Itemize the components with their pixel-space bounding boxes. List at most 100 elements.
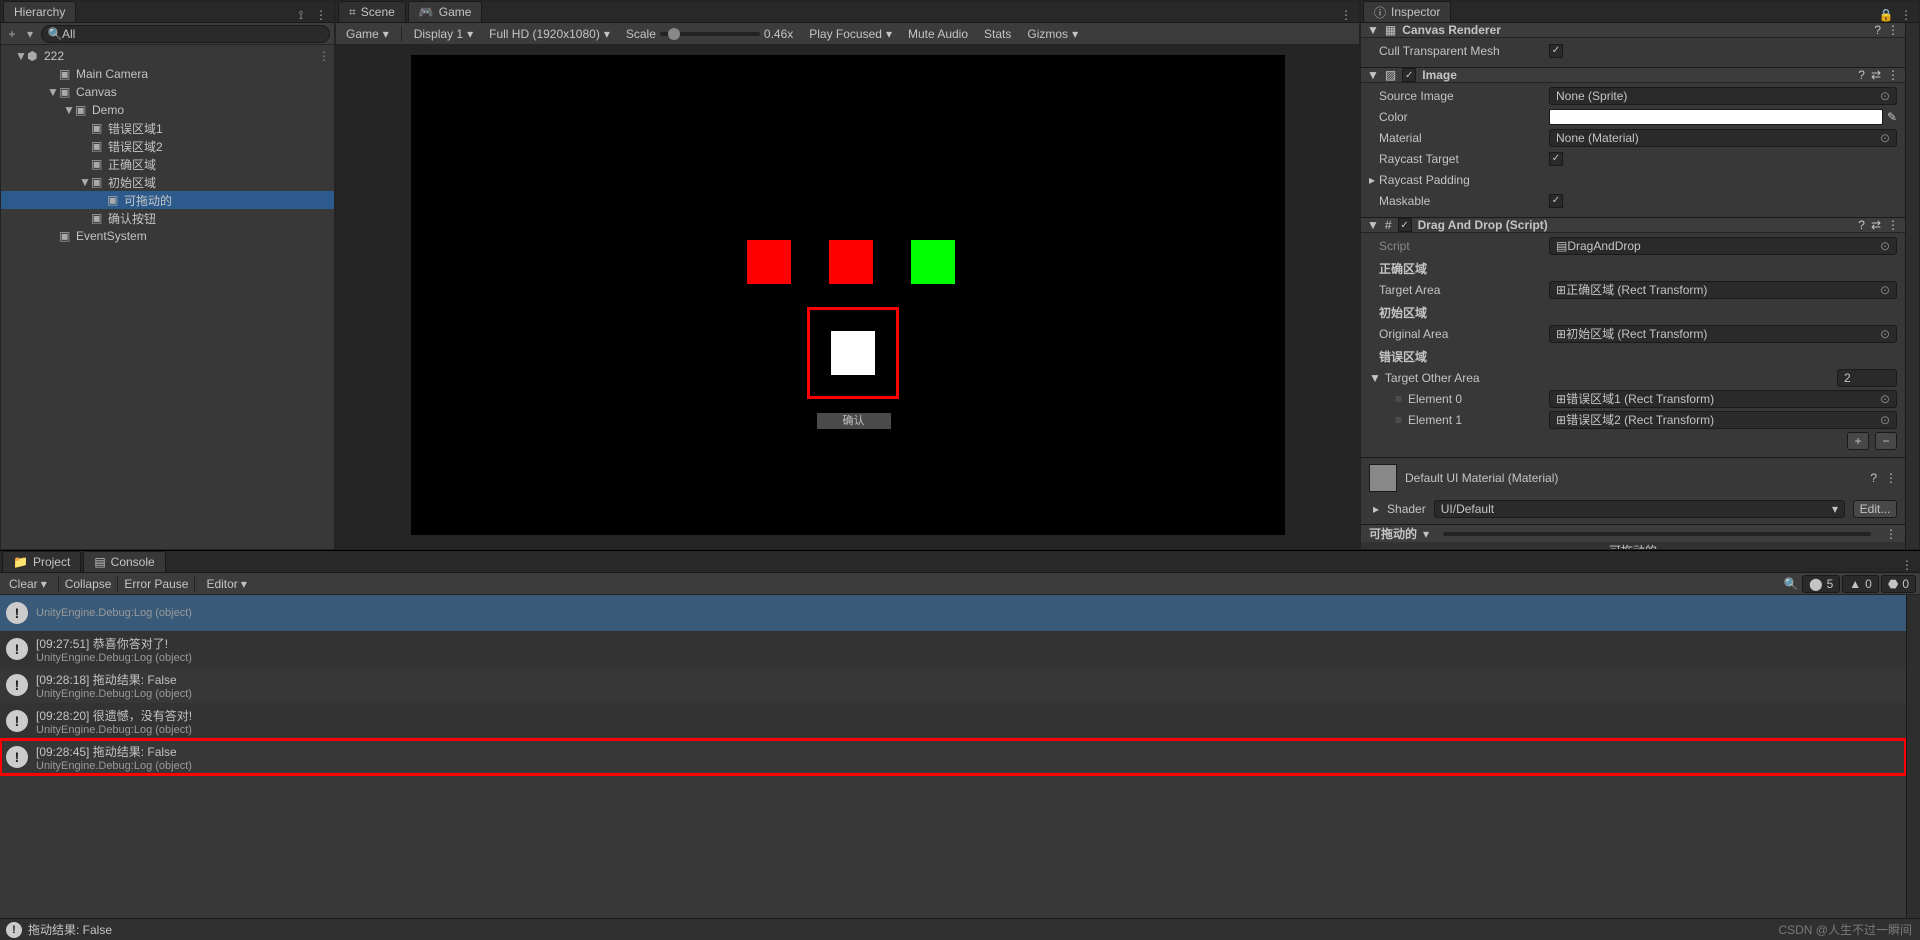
inspector-scrollbar[interactable] — [1905, 23, 1919, 549]
console-log-entry[interactable]: ![09:28:18] 拖动结果: FalseUnityEngine.Debug… — [0, 667, 1906, 703]
canvas-renderer-header[interactable]: ▼ ▦ Canvas Renderer ? ⋮ — [1361, 23, 1905, 38]
object-picker-icon[interactable]: ⊙ — [1880, 327, 1890, 341]
console-scrollbar[interactable] — [1906, 595, 1920, 940]
lock-icon[interactable]: 🔒 — [1879, 8, 1893, 22]
hierarchy-search-input[interactable]: 🔍 All — [41, 25, 330, 43]
panel-menu-icon[interactable]: ⋮ — [1885, 527, 1897, 541]
fold-icon[interactable]: ▼ — [1367, 218, 1379, 232]
element1-field[interactable]: ⊞错误区域2 (Rect Transform)⊙ — [1549, 411, 1897, 429]
play-dropdown[interactable]: Play Focused▾ — [803, 27, 898, 41]
plus-icon[interactable]: + — [5, 27, 19, 41]
node-main-camera[interactable]: ▣Main Camera — [1, 65, 334, 83]
editor-dropdown[interactable]: Editor▾ — [201, 577, 251, 591]
console-log-entry[interactable]: ![09:28:20] 很遗憾，没有答对!UnityEngine.Debug:L… — [0, 703, 1906, 739]
node-canvas[interactable]: ▼▣Canvas — [1, 83, 334, 101]
scene-row[interactable]: ▼ ⬢ 222 ⋮ — [1, 47, 334, 65]
confirm-button[interactable]: 确认 — [817, 413, 891, 429]
array-size-field[interactable]: 2 — [1837, 369, 1897, 387]
edit-shader-button[interactable]: Edit... — [1853, 500, 1897, 518]
lock-icon[interactable]: ⟟ — [294, 8, 308, 22]
game-mode-dropdown[interactable]: Game▾ — [340, 27, 395, 41]
collapse-toggle[interactable]: Collapse — [65, 577, 112, 591]
panel-menu-icon[interactable]: ⋮ — [1899, 8, 1913, 22]
object-picker-icon[interactable]: ⊙ — [1880, 413, 1890, 427]
resolution-dropdown[interactable]: Full HD (1920x1080)▾ — [483, 27, 616, 41]
node-initial[interactable]: ▼▣初始区域 — [1, 173, 334, 191]
node-demo[interactable]: ▼▣Demo — [1, 101, 334, 119]
object-picker-icon[interactable]: ⊙ — [1880, 392, 1890, 406]
panel-menu-icon[interactable]: ⋮ — [1900, 558, 1914, 572]
gizmos-dropdown[interactable]: Gizmos▾ — [1021, 27, 1084, 41]
preset-icon[interactable]: ⇄ — [1871, 68, 1881, 82]
menu-icon[interactable]: ⋮ — [1887, 23, 1899, 37]
preset-icon[interactable]: ⇄ — [1871, 218, 1881, 232]
hierarchy-tab[interactable]: Hierarchy — [3, 1, 76, 22]
fold-icon[interactable]: ▼ — [79, 175, 91, 189]
node-confirm[interactable]: ▣确认按钮 — [1, 209, 334, 227]
fold-icon[interactable]: ▼ — [1367, 23, 1379, 37]
panel-menu-icon[interactable]: ⋮ — [314, 8, 328, 22]
search-icon[interactable]: 🔍 — [1784, 577, 1798, 591]
console-log-entry[interactable]: ![09:28:45] 拖动结果: FalseUnityEngine.Debug… — [0, 739, 1906, 775]
element0-field[interactable]: ⊞错误区域1 (Rect Transform)⊙ — [1549, 390, 1897, 408]
fold-icon[interactable]: ▸ — [1369, 173, 1375, 187]
draggable-item[interactable] — [831, 331, 875, 375]
material-header[interactable]: Default UI Material (Material) ? ⋮ — [1361, 457, 1905, 498]
fold-icon[interactable]: ▼ — [1367, 68, 1379, 82]
source-image-field[interactable]: None (Sprite)⊙ — [1549, 87, 1897, 105]
mute-audio-toggle[interactable]: Mute Audio — [902, 27, 974, 41]
display-dropdown[interactable]: Display 1▾ — [408, 27, 479, 41]
help-icon[interactable]: ? — [1858, 218, 1865, 232]
node-correct[interactable]: ▣正确区域 — [1, 155, 334, 173]
asset-label-bar[interactable]: 可拖动的 ▾ ⋮ — [1361, 524, 1905, 542]
clear-button[interactable]: Clear▾ — [4, 577, 52, 591]
fold-icon[interactable]: ▸ — [1373, 502, 1379, 516]
correct-area[interactable] — [911, 240, 955, 284]
dropdown-icon[interactable]: ▾ — [23, 27, 37, 41]
warn-count-toggle[interactable]: ▲0 — [1842, 575, 1879, 593]
error-count-toggle[interactable]: ⬣0 — [1881, 575, 1916, 593]
node-err1[interactable]: ▣错误区域1 — [1, 119, 334, 137]
help-icon[interactable]: ? — [1874, 23, 1881, 37]
help-icon[interactable]: ? — [1870, 471, 1877, 485]
dnd-enabled-checkbox[interactable]: ✓ — [1398, 218, 1412, 232]
error-area-2[interactable] — [829, 240, 873, 284]
shader-dropdown[interactable]: UI/Default▾ — [1434, 500, 1845, 518]
console-log-entry[interactable]: ![09:27:51] 恭喜你答对了!UnityEngine.Debug:Log… — [0, 631, 1906, 667]
console-log-entry[interactable]: !UnityEngine.Debug:Log (object) — [0, 595, 1906, 631]
image-enabled-checkbox[interactable]: ✓ — [1402, 68, 1416, 82]
drag-handle-icon[interactable]: ≡ — [1395, 392, 1402, 406]
node-eventsystem[interactable]: ▣EventSystem — [1, 227, 334, 245]
remove-element-button[interactable]: − — [1875, 432, 1897, 450]
node-err2[interactable]: ▣错误区域2 — [1, 137, 334, 155]
cull-checkbox[interactable]: ✓ — [1549, 44, 1563, 58]
menu-icon[interactable]: ⋮ — [1887, 218, 1899, 232]
stats-toggle[interactable]: Stats — [978, 27, 1017, 41]
drag-handle-icon[interactable]: ≡ — [1395, 413, 1402, 427]
preview-slider[interactable] — [1443, 532, 1871, 536]
object-picker-icon[interactable]: ⊙ — [1880, 89, 1890, 103]
tab-scene[interactable]: ⌗Scene — [338, 1, 406, 22]
original-area-field[interactable]: ⊞初始区域 (Rect Transform)⊙ — [1549, 325, 1897, 343]
add-element-button[interactable]: + — [1847, 432, 1869, 450]
scale-slider[interactable] — [660, 32, 760, 36]
raycast-checkbox[interactable]: ✓ — [1549, 152, 1563, 166]
panel-menu-icon[interactable]: ⋮ — [1339, 8, 1353, 22]
error-area-1[interactable] — [747, 240, 791, 284]
drag-drop-header[interactable]: ▼ # ✓ Drag And Drop (Script) ? ⇄ ⋮ — [1361, 217, 1905, 233]
fold-icon[interactable]: ▼ — [63, 103, 75, 117]
tab-game[interactable]: 🎮Game — [408, 1, 483, 22]
target-area-field[interactable]: ⊞正确区域 (Rect Transform)⊙ — [1549, 281, 1897, 299]
image-header[interactable]: ▼ ▨ ✓ Image ? ⇄ ⋮ — [1361, 67, 1905, 83]
node-draggable[interactable]: ▣可拖动的 — [1, 191, 334, 209]
eyedropper-icon[interactable]: ✎ — [1887, 110, 1897, 124]
scene-menu-icon[interactable]: ⋮ — [318, 49, 330, 63]
color-field[interactable] — [1549, 109, 1883, 125]
error-pause-toggle[interactable]: Error Pause — [124, 577, 188, 591]
tab-project[interactable]: 📁Project — [2, 551, 81, 572]
inspector-tab[interactable]: ⓘInspector — [1363, 1, 1451, 22]
object-picker-icon[interactable]: ⊙ — [1880, 283, 1890, 297]
menu-icon[interactable]: ⋮ — [1885, 471, 1897, 485]
maskable-checkbox[interactable]: ✓ — [1549, 194, 1563, 208]
menu-icon[interactable]: ⋮ — [1887, 68, 1899, 82]
